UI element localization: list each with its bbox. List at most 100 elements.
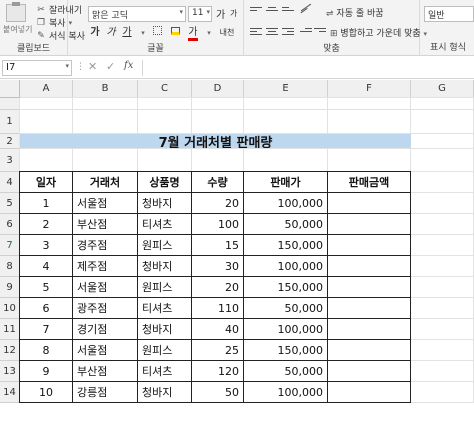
column-header-c[interactable]: C: [138, 80, 192, 98]
name-box[interactable]: I7 ▾: [2, 60, 72, 76]
table-cell[interactable]: 티셔츠: [138, 361, 192, 382]
increase-indent-icon[interactable]: [314, 26, 326, 38]
table-cell[interactable]: 서울점: [73, 340, 138, 361]
insert-function-button[interactable]: fx: [124, 60, 133, 71]
align-left-icon[interactable]: [250, 26, 262, 38]
row-header-6[interactable]: 6: [0, 214, 20, 235]
table-cell[interactable]: 100,000: [244, 193, 328, 214]
table-cell[interactable]: 부산점: [73, 214, 138, 235]
table-cell[interactable]: [328, 256, 411, 277]
table-cell[interactable]: 150,000: [244, 235, 328, 256]
table-header-cell[interactable]: 거래처: [73, 172, 138, 193]
table-cell[interactable]: 청바지: [138, 319, 192, 340]
table-cell[interactable]: 티셔츠: [138, 214, 192, 235]
table-cell[interactable]: 경주점: [73, 235, 138, 256]
align-center-icon[interactable]: [266, 26, 278, 38]
check-icon[interactable]: ✓: [106, 60, 115, 73]
column-header-d[interactable]: D: [192, 80, 244, 98]
table-cell[interactable]: 25: [192, 340, 244, 361]
table-cell[interactable]: 20: [192, 193, 244, 214]
table-header-cell[interactable]: 판매가: [244, 172, 328, 193]
wrap-text-button[interactable]: ⇌ 자동 줄 바꿈: [326, 6, 384, 19]
font-size-select[interactable]: 11 ▾: [188, 6, 212, 22]
align-bottom-icon[interactable]: [282, 5, 294, 17]
decrease-font-button[interactable]: 가: [230, 8, 237, 19]
decrease-indent-icon[interactable]: [300, 26, 312, 38]
italic-button[interactable]: 가: [104, 26, 118, 40]
table-cell[interactable]: [328, 235, 411, 256]
underline-dropdown-icon[interactable]: ▾: [136, 26, 150, 40]
table-header-cell[interactable]: 판매금액: [328, 172, 411, 193]
underline-button[interactable]: 가: [120, 26, 134, 40]
table-cell[interactable]: 청바지: [138, 382, 192, 403]
table-cell[interactable]: 150,000: [244, 277, 328, 298]
table-cell[interactable]: 7: [20, 319, 73, 340]
table-cell[interactable]: 1: [20, 193, 73, 214]
row-header-11[interactable]: 11: [0, 319, 20, 340]
table-cell[interactable]: 3: [20, 235, 73, 256]
sheet-title[interactable]: 7월 거래처별 판매량: [20, 134, 411, 148]
table-cell[interactable]: 100,000: [244, 256, 328, 277]
table-cell[interactable]: 원피스: [138, 340, 192, 361]
merge-center-button[interactable]: ⊞ 병합하고 가운데 맞춤 ▾: [330, 26, 427, 39]
row-header-8[interactable]: 8: [0, 256, 20, 277]
table-header-cell[interactable]: 상품명: [138, 172, 192, 193]
font-color-button[interactable]: 가: [186, 26, 200, 41]
formula-input[interactable]: [142, 60, 474, 76]
table-cell[interactable]: 강릉점: [73, 382, 138, 403]
table-cell[interactable]: 10: [20, 382, 73, 403]
select-all-corner[interactable]: [0, 80, 20, 98]
row-header-4[interactable]: 4: [0, 172, 20, 193]
table-cell[interactable]: 50: [192, 382, 244, 403]
table-cell[interactable]: 티셔츠: [138, 298, 192, 319]
border-button[interactable]: [150, 26, 164, 40]
table-cell[interactable]: 경기점: [73, 319, 138, 340]
row-header-3[interactable]: 3: [0, 149, 20, 172]
table-cell[interactable]: 제주점: [73, 256, 138, 277]
row-header-12[interactable]: 12: [0, 340, 20, 361]
table-cell[interactable]: 청바지: [138, 193, 192, 214]
table-cell[interactable]: 광주점: [73, 298, 138, 319]
table-cell[interactable]: 30: [192, 256, 244, 277]
table-cell[interactable]: 120: [192, 361, 244, 382]
table-cell[interactable]: [328, 193, 411, 214]
table-cell[interactable]: 40: [192, 319, 244, 340]
row-header-9[interactable]: 9: [0, 277, 20, 298]
number-format-select[interactable]: 일반: [424, 6, 474, 22]
column-header-e[interactable]: E: [244, 80, 328, 98]
row-header-1[interactable]: 1: [0, 110, 20, 134]
table-cell[interactable]: 부산점: [73, 361, 138, 382]
table-cell[interactable]: 원피스: [138, 277, 192, 298]
table-cell[interactable]: [328, 382, 411, 403]
table-cell[interactable]: [328, 340, 411, 361]
align-middle-icon[interactable]: [266, 5, 278, 17]
row-header-5[interactable]: 5: [0, 193, 20, 214]
table-cell[interactable]: 100,000: [244, 382, 328, 403]
bold-button[interactable]: 가: [88, 26, 102, 40]
fill-color-button[interactable]: [168, 26, 182, 40]
table-cell[interactable]: 150,000: [244, 340, 328, 361]
row-header-7[interactable]: 7: [0, 235, 20, 256]
row-header-2[interactable]: 2: [0, 134, 20, 149]
column-header-g[interactable]: G: [411, 80, 474, 98]
table-cell[interactable]: 6: [20, 298, 73, 319]
table-header-cell[interactable]: 일자: [20, 172, 73, 193]
table-cell[interactable]: 청바지: [138, 256, 192, 277]
table-cell[interactable]: 원피스: [138, 235, 192, 256]
font-name-select[interactable]: 맑은 고딕 ▾: [88, 6, 186, 22]
table-cell[interactable]: 20: [192, 277, 244, 298]
table-cell[interactable]: 9: [20, 361, 73, 382]
paste-button-label[interactable]: 붙여넣기: [3, 24, 32, 35]
table-cell[interactable]: 4: [20, 256, 73, 277]
table-cell[interactable]: 110: [192, 298, 244, 319]
orientation-icon[interactable]: [300, 3, 312, 17]
table-cell[interactable]: 100: [192, 214, 244, 235]
align-top-icon[interactable]: [250, 5, 262, 17]
table-cell[interactable]: [328, 277, 411, 298]
table-cell[interactable]: 5: [20, 277, 73, 298]
table-cell[interactable]: 15: [192, 235, 244, 256]
table-cell[interactable]: [328, 361, 411, 382]
column-header-a[interactable]: A: [20, 80, 73, 98]
table-cell[interactable]: 2: [20, 214, 73, 235]
phonetic-button[interactable]: 내천: [214, 26, 240, 40]
